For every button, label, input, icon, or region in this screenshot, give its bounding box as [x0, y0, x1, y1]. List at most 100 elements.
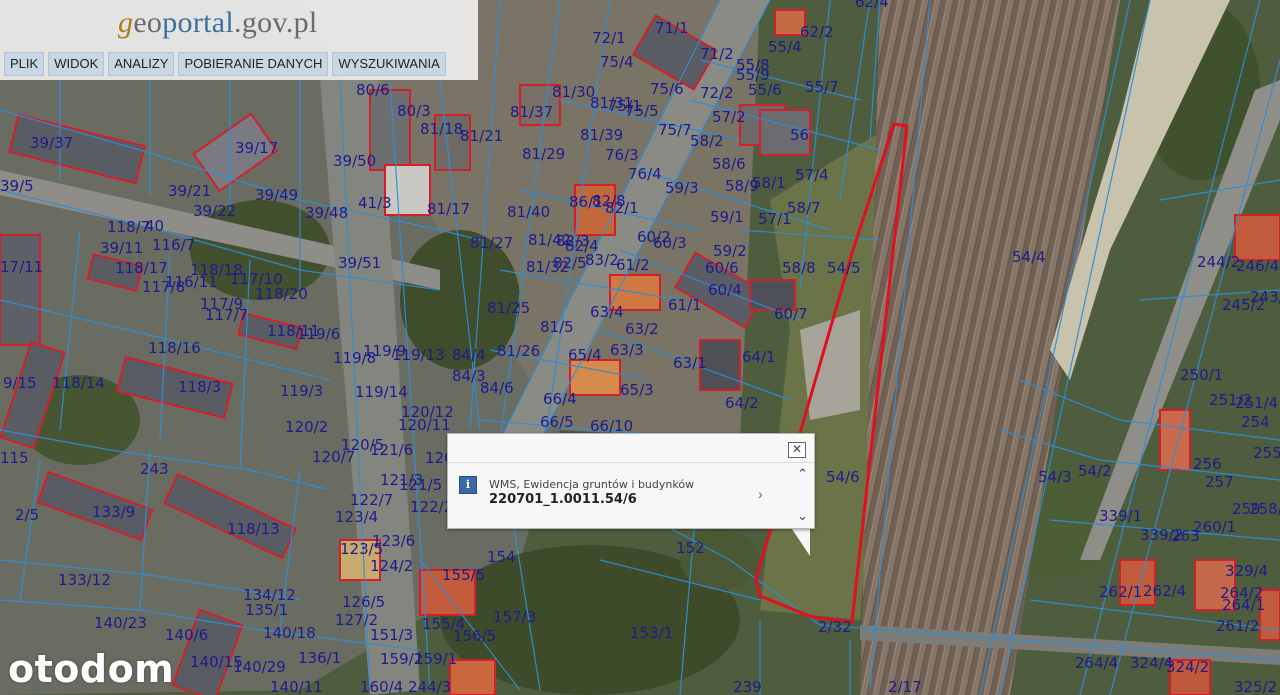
info-icon: i [459, 476, 477, 494]
parcel-label: 260/1 [1193, 518, 1236, 536]
parcel-label: 58/8 [782, 259, 816, 277]
parcel-label: 116/11 [165, 273, 218, 291]
menu-wyszukiwania[interactable]: WYSZUKIWANIA [332, 52, 446, 76]
parcel-label: 118/3 [178, 378, 221, 396]
parcel-label: 81/5 [540, 318, 574, 336]
parcel-label: 124/2 [370, 557, 413, 575]
parcel-label: 136/1 [298, 649, 341, 667]
parcel-label: 81/17 [427, 200, 470, 218]
parcel-label: 122/7 [350, 491, 393, 509]
parcel-label: 256 [1193, 455, 1222, 473]
parcel-label: 119/3 [280, 382, 323, 400]
cadastral-map[interactable]: 39/3739/2139/2239/1739/4939/4839/5039/51… [0, 0, 1280, 695]
otodom-watermark: otodom [8, 647, 175, 691]
parcel-label: 80/3 [397, 102, 431, 120]
close-icon[interactable]: ✕ [788, 442, 806, 458]
parcel-label: 115 [0, 449, 29, 467]
parcel-label: 243 [140, 460, 169, 478]
parcel-label: 246/4 [1236, 257, 1279, 275]
parcel-label: 244/2 [1197, 253, 1240, 271]
menu-widok[interactable]: WIDOK [48, 52, 105, 76]
menu-pobieranie-danych[interactable]: POBIERANIE DANYCH [178, 52, 329, 76]
parcel-label: 121/5 [399, 476, 442, 494]
parcel-label: 80/6 [356, 81, 390, 99]
popup-divider [448, 462, 814, 463]
parcel-label: 157/3 [493, 608, 536, 626]
parcel-label: 60/3 [653, 234, 687, 252]
parcel-label: 119/13 [392, 346, 445, 364]
parcel-label: 123/4 [335, 508, 378, 526]
parcel-label: 66/4 [543, 390, 577, 408]
parcel-label: 118/14 [52, 374, 105, 392]
parcel-label: 39/21 [168, 182, 211, 200]
parcel-label: 81/27 [470, 234, 513, 252]
parcel-label: 54/2 [1078, 462, 1112, 480]
parcel-label: 39/37 [30, 134, 73, 152]
parcel-label: 76/3 [605, 146, 639, 164]
menu-analizy[interactable]: ANALIZY [108, 52, 175, 76]
parcel-label: 2/17 [888, 678, 922, 695]
feature-info-popup: ✕ i WMS, Ewidencja gruntów i budynków 22… [447, 433, 815, 529]
parcel-label: 39/51 [338, 254, 381, 272]
parcel-label: 262/1 [1099, 583, 1142, 601]
parcel-label: 250/1 [1180, 366, 1223, 384]
parcel-label: 257 [1205, 473, 1234, 491]
parcel-label: 61/2 [616, 256, 650, 274]
parcel-label: 59/3 [665, 179, 699, 197]
parcel-label: 81/39 [580, 126, 623, 144]
parcel-label: 39/50 [333, 152, 376, 170]
parcel-label: 60/6 [705, 259, 739, 277]
parcel-label: 63/2 [625, 320, 659, 338]
parcel-label: 61/1 [668, 296, 702, 314]
parcel-label: 121/6 [370, 441, 413, 459]
parcel-label: 39/5 [0, 177, 34, 195]
parcel-label: 62/4 [855, 0, 889, 11]
parcel-label: 135/1 [245, 601, 288, 619]
parcel-label: 155/5 [442, 566, 485, 584]
parcel-label: 151/3 [370, 626, 413, 644]
parcel-label: 140/6 [165, 626, 208, 644]
parcel-label: 81/32 [526, 258, 569, 276]
parcel-label: 54/6 [826, 468, 860, 486]
parcel-label: 329/4 [1225, 562, 1268, 580]
parcel-label: 71/1 [655, 19, 689, 37]
parcel-label: 325/2 [1234, 678, 1277, 695]
parcel-label: 245/2 [1222, 296, 1265, 314]
parcel-label: 72/1 [592, 29, 626, 47]
parcel-label: 17/11 [0, 258, 43, 276]
parcel-label: 63/3 [610, 341, 644, 359]
parcel-label: 119/14 [355, 383, 408, 401]
parcel-label: 2/5 [15, 506, 39, 524]
menu-plik[interactable]: PLIK [4, 52, 45, 76]
parcel-label: 55/9 [736, 66, 770, 84]
parcel-label: 39/22 [193, 202, 236, 220]
chevron-right-icon[interactable]: › [758, 486, 763, 502]
parcel-label: 75/7 [658, 121, 692, 139]
parcel-label: 64/1 [742, 348, 776, 366]
parcel-label: 159/1 [414, 650, 457, 668]
parcel-label: 239 [733, 678, 762, 695]
parcel-label: 60/7 [774, 305, 808, 323]
parcel-label: 140/18 [263, 624, 316, 642]
parcel-label: 55/4 [768, 38, 802, 56]
popup-parcel-id[interactable]: 220701_1.0011.54/6 [489, 492, 637, 507]
parcel-label: 264/2 [1220, 584, 1263, 602]
parcel-label: 152 [676, 539, 705, 557]
chevron-up-icon[interactable]: ⌃ [797, 466, 808, 482]
parcel-label: 262/4 [1143, 582, 1186, 600]
geoportal-logo[interactable]: geoportal.gov.pl [118, 6, 318, 40]
parcel-label: 65/3 [620, 381, 654, 399]
parcel-label: 83/2 [585, 251, 619, 269]
parcel-label: 258/2 [1249, 500, 1280, 518]
parcel-label: 116/7 [152, 236, 195, 254]
parcel-label: 153/1 [630, 624, 673, 642]
parcel-label: 76/4 [628, 165, 662, 183]
parcel-label: 75/1 [608, 97, 642, 115]
parcel-label: 119/6 [297, 325, 340, 343]
parcel-label: 75/6 [650, 80, 684, 98]
chevron-down-icon[interactable]: ⌄ [797, 508, 808, 524]
parcel-label: 81/18 [420, 120, 463, 138]
parcel-label: 57/4 [795, 166, 829, 184]
parcel-label: 118/17 [115, 259, 168, 277]
parcel-label: 75/4 [600, 53, 634, 71]
